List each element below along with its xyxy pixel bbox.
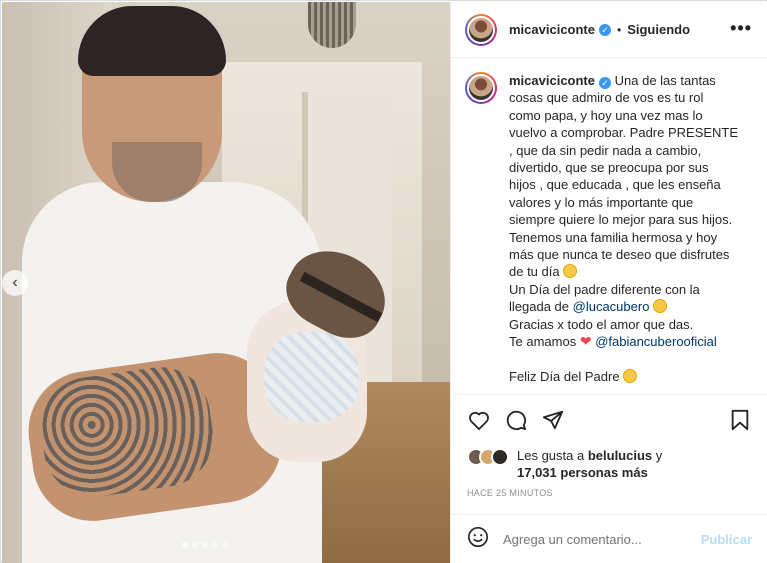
mention-fabian[interactable]: @fabiancuberooficial [595,334,717,349]
author-avatar[interactable] [465,13,497,46]
kiss-emoji-icon [623,368,638,383]
red-heart-emoji-icon: ❤ [579,333,592,350]
caption-author-avatar[interactable] [465,72,497,104]
caption-text: micaviciconte ✓ Una de las tantas cosas q… [509,72,759,385]
caption-line: , que da sin pedir nada a cambio, [509,142,702,158]
following-button[interactable]: Siguiendo [627,22,690,37]
carousel-dot [182,542,188,548]
paper-plane-icon[interactable] [541,408,565,432]
caption-line: valores y lo más importante que [509,194,694,210]
caption-line: Te amamos [509,334,577,350]
header-separator: • [617,22,622,37]
comment-input[interactable] [503,531,701,547]
carousel-dot [212,542,218,548]
carousel-dot [222,542,228,548]
photo-baby-onesie [264,332,359,422]
author-username[interactable]: micaviciconte [509,22,595,37]
previous-photo-button[interactable]: ‹ [2,270,28,296]
caption-line: Gracias x todo el amor que das. [509,316,694,332]
heart-eyes-emoji-icon [653,299,668,314]
likes-and: y [655,448,663,463]
caption-line: cosas que admiro de vos es tu rol [509,90,704,106]
post-timestamp[interactable]: HACE 25 MINUTOS [467,488,553,498]
caption-line: Un Día del padre diferente con la [509,281,700,297]
post-actions-bar [451,394,767,446]
publish-button[interactable]: Publicar [701,532,752,547]
post-side-panel: micaviciconte ✓ • Siguiendo ••• micavici… [450,2,767,563]
liker-avatar [491,448,509,466]
carousel-dot [202,542,208,548]
caption-line: hijos , que educada , que les enseña [509,177,721,193]
caption-line: Feliz Día del Padre [509,368,620,384]
smiling-face-emoji-icon [563,264,578,279]
likes-count[interactable]: 17,031 personas más [517,465,648,480]
caption-username[interactable]: micaviciconte [509,73,595,88]
caption-line: Una de las tantas [614,73,716,88]
more-options-icon[interactable]: ••• [730,18,752,39]
photo-man-hair [78,6,226,76]
carousel-dot [192,542,198,548]
photo-ceiling-lamp [308,2,356,48]
comment-bar: Publicar [451,514,767,563]
caption-line: Tenemos una familia hermosa y hoy [509,229,718,245]
caption-line: como papa, y hoy una vez mas lo [509,107,703,123]
caption-line: siempre quiere lo mejor para sus hijos. [509,212,733,228]
comment-bubble-icon[interactable] [504,408,528,432]
post-photo[interactable]: ‹ [2,2,450,563]
bookmark-icon[interactable] [728,408,752,432]
caption-line: divertido, que se preocupa por sus [509,160,709,176]
verified-badge-icon: ✓ [599,77,611,89]
verified-badge-icon: ✓ [599,23,611,36]
heart-outline-icon[interactable] [467,408,491,432]
likes-text: Les gusta a belulucius y 17,031 personas… [517,447,662,481]
carousel-dots [182,542,228,548]
mention-luca[interactable]: @lucacubero [573,299,650,314]
caption-line: de tu día [509,264,560,280]
likes-prefix: Les gusta a [517,448,585,463]
caption-line: vuelvo a comprobar. Padre PRESENTE [509,125,739,141]
liker-avatars[interactable] [467,448,509,481]
smiley-face-icon[interactable] [467,526,489,553]
post-header: micaviciconte ✓ • Siguiendo ••• [451,2,767,58]
post-caption: micaviciconte ✓ Una de las tantas cosas q… [465,72,760,385]
caption-line: más que nunca te deseo que disfrutes [509,247,730,263]
instagram-post-frame: ‹ micaviciconte ✓ • Siguiendo ••• micavi… [0,0,767,563]
likes-summary: Les gusta a belulucius y 17,031 personas… [467,447,757,481]
caption-line: llegada de [509,299,569,315]
liker-username[interactable]: belulucius [588,448,652,463]
